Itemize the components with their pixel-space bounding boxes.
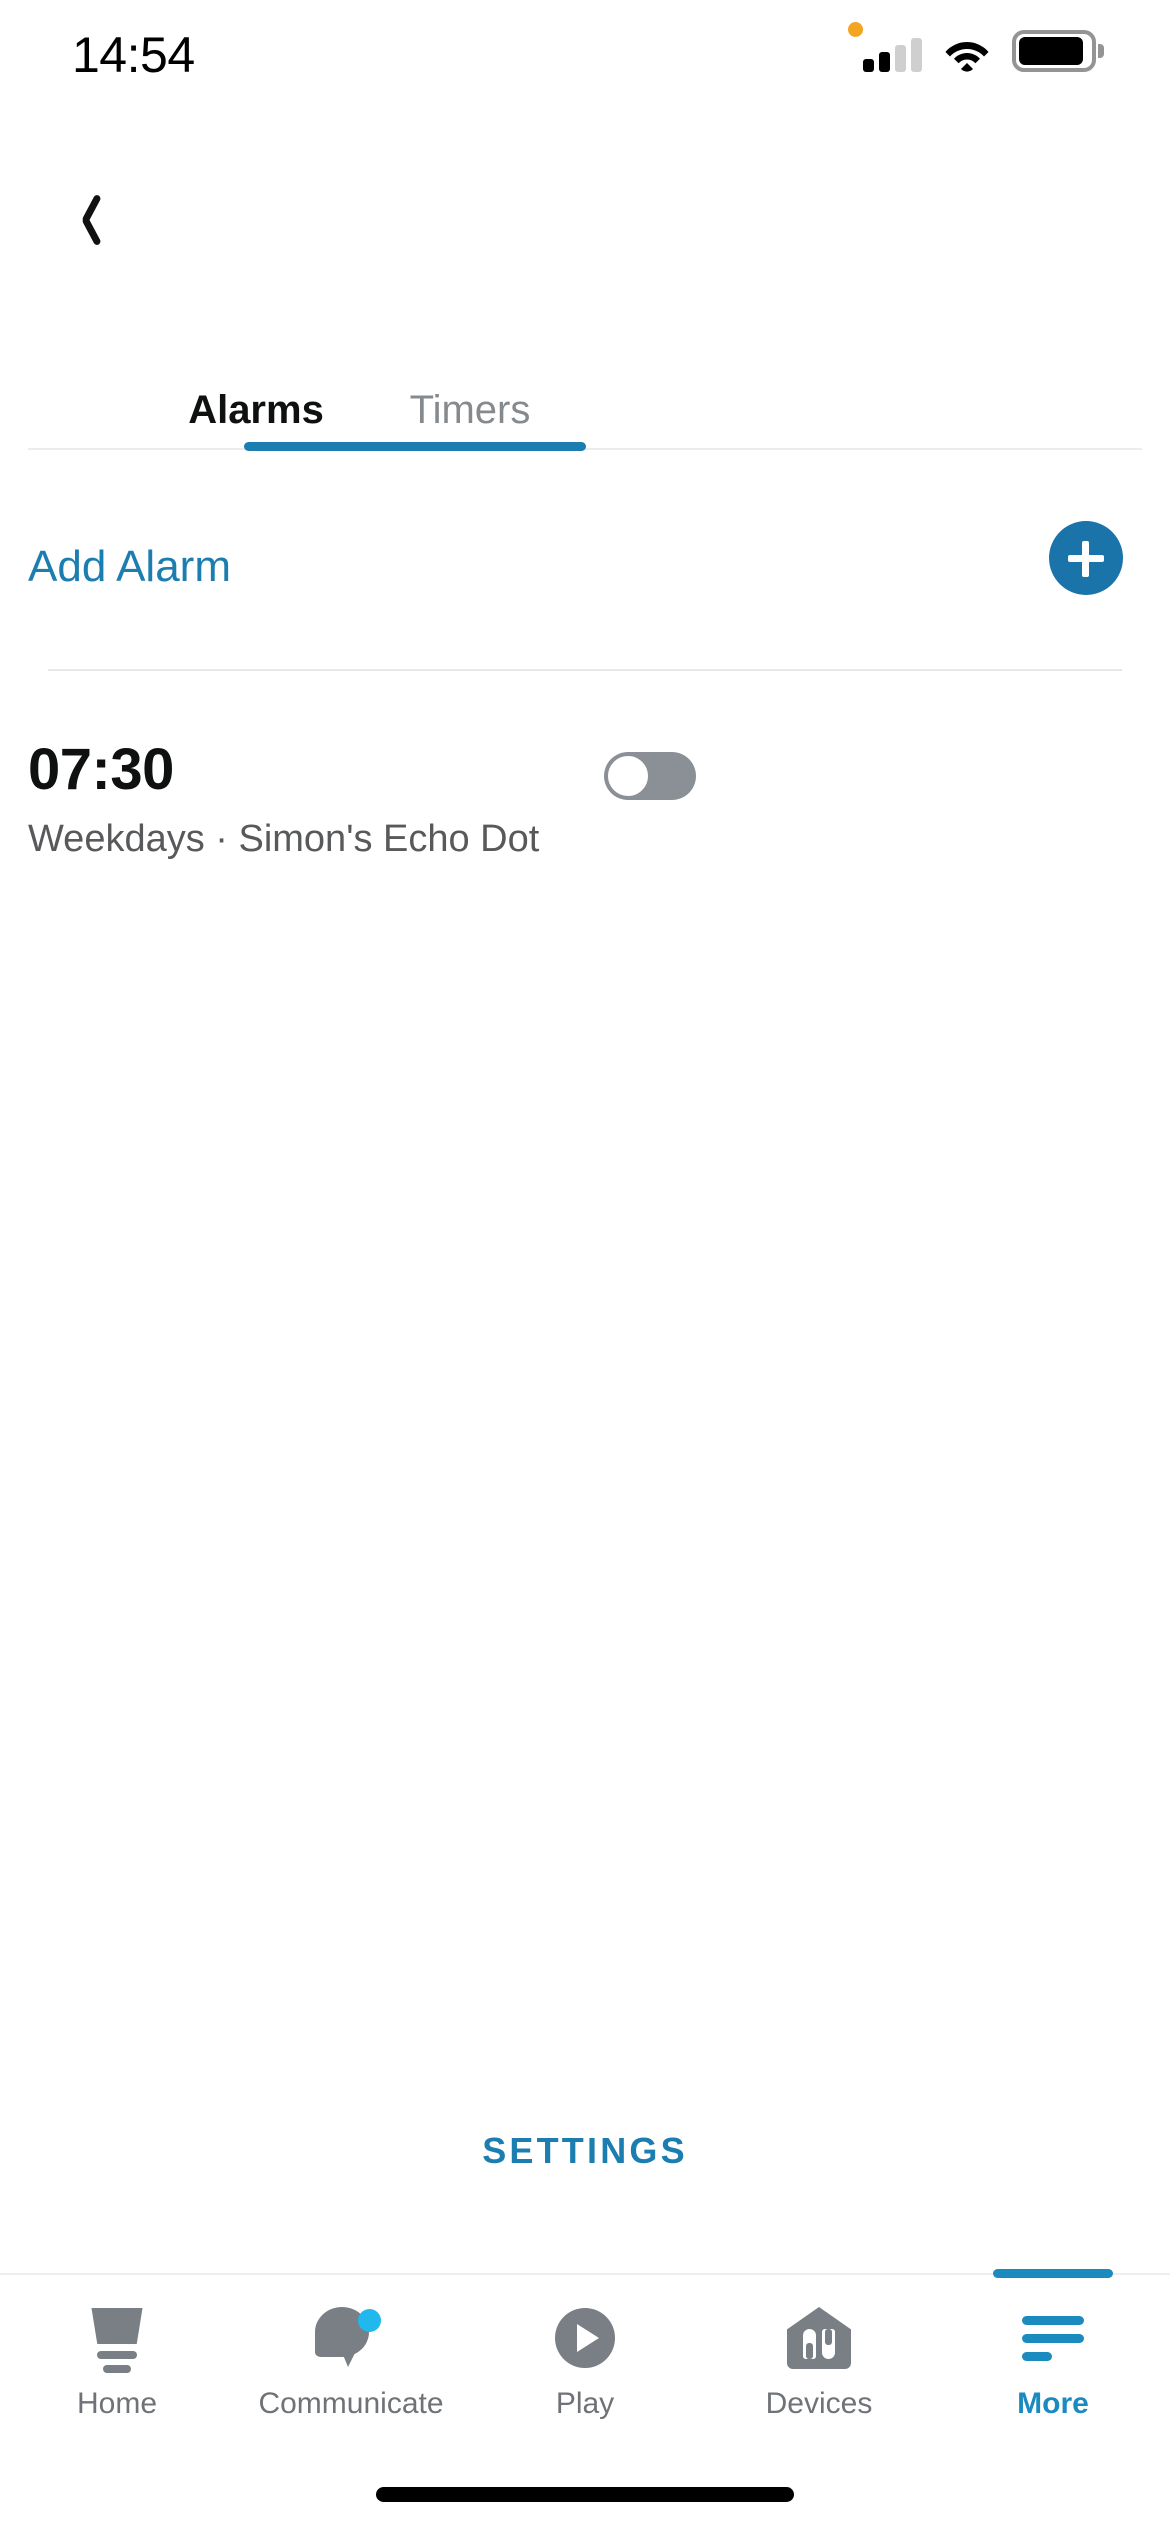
nav-item-home[interactable]: Home <box>0 2275 234 2460</box>
tab-bar: Alarms Timers <box>0 370 1170 450</box>
add-alarm-label: Add Alarm <box>28 542 231 591</box>
tab-active-underline <box>244 442 586 451</box>
play-circle-icon <box>555 2303 615 2373</box>
alarm-subtitle: Weekdays · Simon's Echo Dot <box>28 818 540 860</box>
tab-timers-label: Timers <box>409 387 531 432</box>
alarm-toggle-knob <box>605 753 651 799</box>
nav-item-devices-label: Devices <box>765 2387 873 2420</box>
nav-item-home-label: Home <box>76 2387 158 2420</box>
alarm-time: 07:30 <box>28 737 174 802</box>
settings-link[interactable]: SETTINGS <box>0 2130 1170 2172</box>
status-bar-time: 14:54 <box>72 27 195 83</box>
list-divider <box>48 669 1122 671</box>
tab-alarms[interactable]: Alarms <box>148 370 364 450</box>
battery-icon <box>1012 30 1104 72</box>
echo-device-icon <box>84 2303 150 2373</box>
cellular-signal-icon <box>863 38 922 72</box>
notification-badge-dot <box>358 2309 381 2332</box>
add-alarm-button[interactable] <box>1049 521 1123 595</box>
tab-timers[interactable]: Timers <box>364 370 576 450</box>
hamburger-menu-icon <box>1022 2303 1084 2373</box>
microphone-indicator-dot <box>848 22 863 37</box>
nav-item-communicate-label: Communicate <box>258 2387 444 2420</box>
nav-item-communicate[interactable]: Communicate <box>234 2275 468 2460</box>
add-alarm-row[interactable]: Add Alarm <box>0 470 1170 670</box>
home-indicator <box>376 2487 794 2502</box>
nav-item-devices[interactable]: Devices <box>702 2275 936 2460</box>
nav-item-more-label: More <box>1017 2387 1089 2420</box>
nav-item-play-label: Play <box>555 2387 615 2420</box>
back-button[interactable] <box>38 172 130 264</box>
alarm-list-item[interactable]: 07:30 Weekdays · Simon's Echo Dot <box>0 700 1170 860</box>
bottom-navigation-bar: Home Communicate Play Devices More <box>0 2269 1170 2460</box>
alarm-toggle[interactable] <box>604 752 696 800</box>
nav-active-indicator <box>993 2269 1113 2278</box>
house-bulbs-icon <box>787 2303 851 2373</box>
chevron-left-icon <box>69 192 99 244</box>
nav-item-play[interactable]: Play <box>468 2275 702 2460</box>
app-screen: 14:54 Alarms Timers Add Alarm 07:30 Week… <box>0 0 1170 2532</box>
status-bar: 14:54 <box>0 0 1170 100</box>
nav-item-more[interactable]: More <box>936 2269 1170 2460</box>
wifi-icon <box>944 38 990 72</box>
tab-alarms-label: Alarms <box>188 387 324 432</box>
speech-bubble-icon <box>315 2303 387 2373</box>
status-bar-icons <box>863 28 1104 72</box>
